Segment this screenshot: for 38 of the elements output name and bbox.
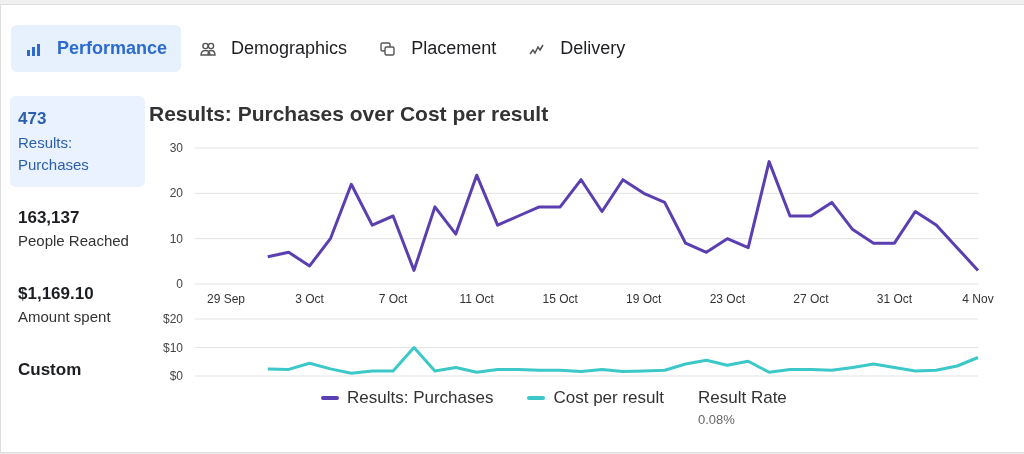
metric-label: Amount spent bbox=[18, 307, 112, 327]
metric-card[interactable]: 473 Results: Purchases bbox=[10, 96, 145, 187]
x-tick-label: 19 Oct bbox=[626, 291, 662, 305]
y-tick-label: $0 bbox=[169, 368, 183, 383]
x-tick-label: 7 Oct bbox=[378, 291, 408, 305]
metric-label: Result Rate bbox=[698, 387, 787, 407]
x-tick-label: 23 Oct bbox=[709, 291, 745, 305]
metric-value: Custom bbox=[18, 358, 83, 381]
chart-title: Results: Purchases over Cost per result bbox=[149, 101, 550, 127]
y-tick-label: 20 bbox=[169, 185, 183, 200]
y-tick-label: $10 bbox=[162, 340, 183, 354]
tab[interactable]: Placement bbox=[365, 25, 511, 72]
y-tick-label: 10 bbox=[169, 231, 183, 246]
tab[interactable]: Performance bbox=[11, 25, 182, 72]
x-tick-label: 4 Nov bbox=[962, 291, 994, 305]
tab[interactable]: Delivery bbox=[514, 25, 640, 72]
metric-value: 0.08% bbox=[698, 411, 736, 429]
metric-card[interactable]: Custom bbox=[10, 346, 145, 392]
metric-value: $1,169.10 bbox=[18, 282, 95, 305]
overlapping-squares-icon bbox=[379, 39, 398, 58]
metric-card[interactable]: 163,137 People Reached bbox=[10, 194, 145, 263]
x-tick-label: 11 Oct bbox=[459, 291, 494, 305]
metric-card[interactable]: $1,169.10 Amount spent bbox=[10, 270, 145, 339]
x-tick-label: 3 Oct bbox=[295, 291, 324, 305]
metric-value: 473 bbox=[18, 108, 48, 130]
legend-label[interactable]: Results: Purchases bbox=[347, 387, 494, 407]
y-tick-label: 30 bbox=[169, 140, 183, 155]
y-tick-label: 0 bbox=[176, 276, 183, 291]
metric-value: 163,137 bbox=[18, 206, 81, 229]
x-tick-label: 29 Sep bbox=[207, 291, 245, 305]
x-tick-label: 15 Oct bbox=[542, 291, 578, 305]
tab[interactable]: Demographics bbox=[185, 25, 362, 72]
metric-label: People Reached bbox=[18, 231, 130, 251]
x-tick-label: 27 Oct bbox=[793, 291, 829, 305]
x-tick-label: 31 Oct bbox=[876, 291, 913, 305]
metric-label: Results: Purchases bbox=[18, 132, 90, 175]
y-tick-label: $20 bbox=[162, 311, 183, 326]
legend-label[interactable]: Cost per result bbox=[553, 387, 664, 407]
